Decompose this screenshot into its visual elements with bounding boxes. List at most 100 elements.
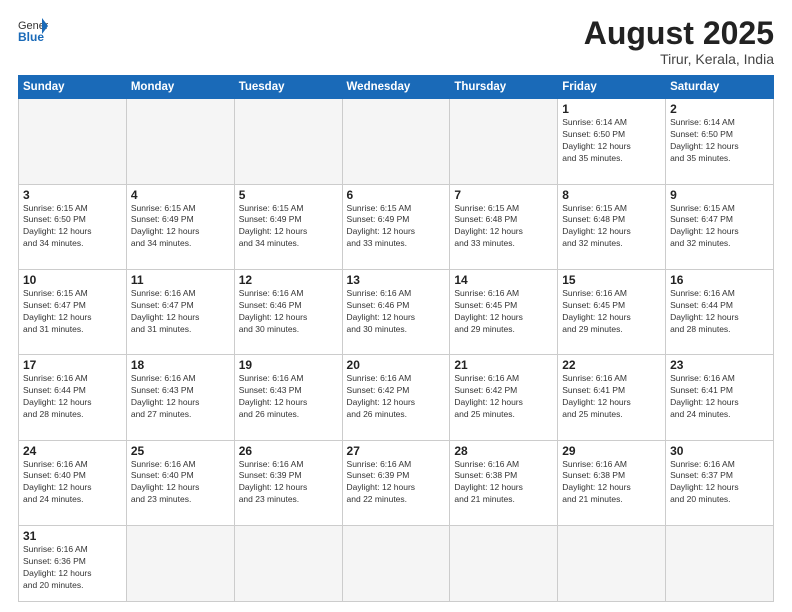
header-friday: Friday (558, 76, 666, 99)
table-row: 9Sunrise: 6:15 AM Sunset: 6:47 PM Daylig… (666, 184, 774, 269)
day-number: 30 (670, 444, 769, 458)
table-row: 31Sunrise: 6:16 AM Sunset: 6:36 PM Dayli… (19, 525, 127, 601)
day-number: 5 (239, 188, 338, 202)
day-info: Sunrise: 6:14 AM Sunset: 6:50 PM Dayligh… (562, 117, 661, 165)
header: General Blue August 2025 Tirur, Kerala, … (18, 16, 774, 67)
header-thursday: Thursday (450, 76, 558, 99)
day-number: 2 (670, 102, 769, 116)
day-number: 12 (239, 273, 338, 287)
day-number: 31 (23, 529, 122, 543)
table-row: 3Sunrise: 6:15 AM Sunset: 6:50 PM Daylig… (19, 184, 127, 269)
calendar-table: Sunday Monday Tuesday Wednesday Thursday… (18, 75, 774, 602)
day-number: 29 (562, 444, 661, 458)
day-info: Sunrise: 6:15 AM Sunset: 6:47 PM Dayligh… (23, 288, 122, 336)
table-row (450, 525, 558, 601)
day-info: Sunrise: 6:16 AM Sunset: 6:42 PM Dayligh… (347, 373, 446, 421)
table-row: 11Sunrise: 6:16 AM Sunset: 6:47 PM Dayli… (126, 269, 234, 354)
calendar-week-row: 10Sunrise: 6:15 AM Sunset: 6:47 PM Dayli… (19, 269, 774, 354)
day-number: 19 (239, 358, 338, 372)
day-number: 16 (670, 273, 769, 287)
day-number: 1 (562, 102, 661, 116)
day-number: 8 (562, 188, 661, 202)
day-info: Sunrise: 6:15 AM Sunset: 6:49 PM Dayligh… (347, 203, 446, 251)
logo-icon: General Blue (18, 16, 48, 44)
table-row: 13Sunrise: 6:16 AM Sunset: 6:46 PM Dayli… (342, 269, 450, 354)
day-number: 9 (670, 188, 769, 202)
day-info: Sunrise: 6:15 AM Sunset: 6:49 PM Dayligh… (239, 203, 338, 251)
table-row: 30Sunrise: 6:16 AM Sunset: 6:37 PM Dayli… (666, 440, 774, 525)
day-number: 6 (347, 188, 446, 202)
day-info: Sunrise: 6:16 AM Sunset: 6:38 PM Dayligh… (562, 459, 661, 507)
table-row: 12Sunrise: 6:16 AM Sunset: 6:46 PM Dayli… (234, 269, 342, 354)
calendar-week-row: 24Sunrise: 6:16 AM Sunset: 6:40 PM Dayli… (19, 440, 774, 525)
day-info: Sunrise: 6:16 AM Sunset: 6:41 PM Dayligh… (562, 373, 661, 421)
day-info: Sunrise: 6:16 AM Sunset: 6:40 PM Dayligh… (131, 459, 230, 507)
header-saturday: Saturday (666, 76, 774, 99)
day-number: 11 (131, 273, 230, 287)
table-row (234, 99, 342, 184)
table-row: 17Sunrise: 6:16 AM Sunset: 6:44 PM Dayli… (19, 355, 127, 440)
table-row: 14Sunrise: 6:16 AM Sunset: 6:45 PM Dayli… (450, 269, 558, 354)
day-info: Sunrise: 6:16 AM Sunset: 6:43 PM Dayligh… (131, 373, 230, 421)
day-number: 27 (347, 444, 446, 458)
day-info: Sunrise: 6:16 AM Sunset: 6:43 PM Dayligh… (239, 373, 338, 421)
day-info: Sunrise: 6:15 AM Sunset: 6:48 PM Dayligh… (454, 203, 553, 251)
day-number: 18 (131, 358, 230, 372)
header-wednesday: Wednesday (342, 76, 450, 99)
table-row (126, 99, 234, 184)
table-row: 1Sunrise: 6:14 AM Sunset: 6:50 PM Daylig… (558, 99, 666, 184)
calendar-week-row: 1Sunrise: 6:14 AM Sunset: 6:50 PM Daylig… (19, 99, 774, 184)
day-number: 26 (239, 444, 338, 458)
calendar-subtitle: Tirur, Kerala, India (584, 51, 774, 67)
table-row: 20Sunrise: 6:16 AM Sunset: 6:42 PM Dayli… (342, 355, 450, 440)
table-row (126, 525, 234, 601)
table-row: 27Sunrise: 6:16 AM Sunset: 6:39 PM Dayli… (342, 440, 450, 525)
weekday-header-row: Sunday Monday Tuesday Wednesday Thursday… (19, 76, 774, 99)
day-number: 17 (23, 358, 122, 372)
table-row: 25Sunrise: 6:16 AM Sunset: 6:40 PM Dayli… (126, 440, 234, 525)
day-info: Sunrise: 6:16 AM Sunset: 6:41 PM Dayligh… (670, 373, 769, 421)
day-number: 23 (670, 358, 769, 372)
table-row: 8Sunrise: 6:15 AM Sunset: 6:48 PM Daylig… (558, 184, 666, 269)
day-info: Sunrise: 6:15 AM Sunset: 6:49 PM Dayligh… (131, 203, 230, 251)
day-info: Sunrise: 6:14 AM Sunset: 6:50 PM Dayligh… (670, 117, 769, 165)
table-row (342, 525, 450, 601)
calendar-week-row: 3Sunrise: 6:15 AM Sunset: 6:50 PM Daylig… (19, 184, 774, 269)
table-row (19, 99, 127, 184)
day-info: Sunrise: 6:15 AM Sunset: 6:48 PM Dayligh… (562, 203, 661, 251)
day-number: 3 (23, 188, 122, 202)
day-info: Sunrise: 6:16 AM Sunset: 6:39 PM Dayligh… (239, 459, 338, 507)
day-info: Sunrise: 6:16 AM Sunset: 6:40 PM Dayligh… (23, 459, 122, 507)
day-number: 21 (454, 358, 553, 372)
table-row (666, 525, 774, 601)
day-info: Sunrise: 6:16 AM Sunset: 6:45 PM Dayligh… (454, 288, 553, 336)
day-info: Sunrise: 6:15 AM Sunset: 6:47 PM Dayligh… (670, 203, 769, 251)
table-row: 16Sunrise: 6:16 AM Sunset: 6:44 PM Dayli… (666, 269, 774, 354)
day-number: 13 (347, 273, 446, 287)
table-row: 29Sunrise: 6:16 AM Sunset: 6:38 PM Dayli… (558, 440, 666, 525)
day-info: Sunrise: 6:16 AM Sunset: 6:44 PM Dayligh… (23, 373, 122, 421)
calendar-week-row: 31Sunrise: 6:16 AM Sunset: 6:36 PM Dayli… (19, 525, 774, 601)
table-row: 26Sunrise: 6:16 AM Sunset: 6:39 PM Dayli… (234, 440, 342, 525)
day-info: Sunrise: 6:16 AM Sunset: 6:45 PM Dayligh… (562, 288, 661, 336)
day-number: 10 (23, 273, 122, 287)
day-info: Sunrise: 6:16 AM Sunset: 6:38 PM Dayligh… (454, 459, 553, 507)
day-info: Sunrise: 6:16 AM Sunset: 6:44 PM Dayligh… (670, 288, 769, 336)
table-row (342, 99, 450, 184)
day-number: 22 (562, 358, 661, 372)
day-info: Sunrise: 6:16 AM Sunset: 6:37 PM Dayligh… (670, 459, 769, 507)
table-row: 24Sunrise: 6:16 AM Sunset: 6:40 PM Dayli… (19, 440, 127, 525)
header-sunday: Sunday (19, 76, 127, 99)
logo: General Blue (18, 16, 48, 44)
table-row: 15Sunrise: 6:16 AM Sunset: 6:45 PM Dayli… (558, 269, 666, 354)
table-row: 5Sunrise: 6:15 AM Sunset: 6:49 PM Daylig… (234, 184, 342, 269)
table-row: 21Sunrise: 6:16 AM Sunset: 6:42 PM Dayli… (450, 355, 558, 440)
day-info: Sunrise: 6:16 AM Sunset: 6:46 PM Dayligh… (239, 288, 338, 336)
calendar-title: August 2025 (584, 16, 774, 51)
table-row: 2Sunrise: 6:14 AM Sunset: 6:50 PM Daylig… (666, 99, 774, 184)
table-row: 19Sunrise: 6:16 AM Sunset: 6:43 PM Dayli… (234, 355, 342, 440)
header-monday: Monday (126, 76, 234, 99)
table-row (558, 525, 666, 601)
table-row: 23Sunrise: 6:16 AM Sunset: 6:41 PM Dayli… (666, 355, 774, 440)
table-row: 6Sunrise: 6:15 AM Sunset: 6:49 PM Daylig… (342, 184, 450, 269)
